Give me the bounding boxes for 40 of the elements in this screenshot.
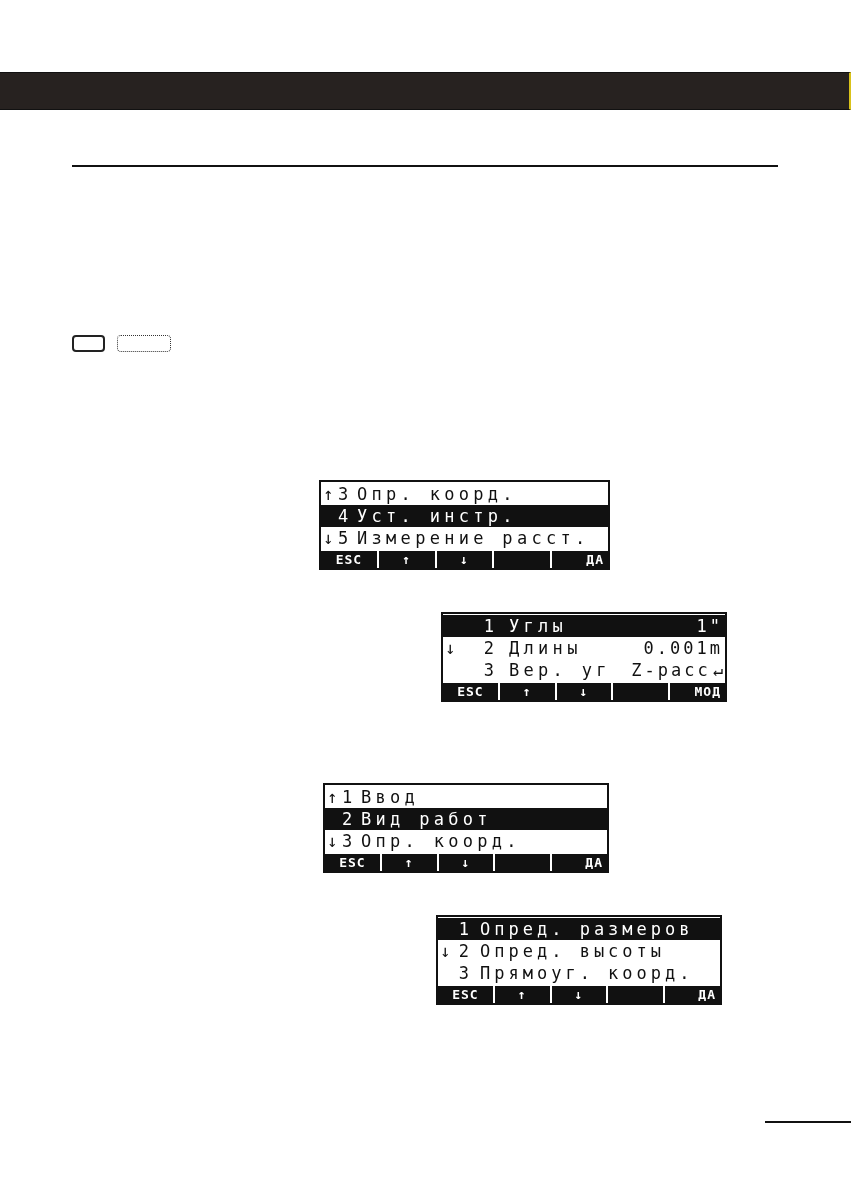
softkey[interactable]: ↑ — [381, 854, 437, 872]
softkey[interactable]: МОД — [670, 683, 725, 701]
softkey[interactable]: ↓ — [438, 854, 494, 872]
softkey[interactable]: ESC — [443, 683, 498, 701]
softkey[interactable]: ESC — [325, 854, 380, 872]
softkey[interactable]: ДА — [665, 986, 720, 1004]
menu-item[interactable]: ↓ 3 Опр. коорд. — [325, 830, 607, 852]
menu-item[interactable]: ↓ 5 Измерение расст. — [321, 527, 608, 549]
softkey[interactable]: ↓ — [556, 683, 612, 701]
softkey[interactable]: ↑ — [378, 551, 435, 569]
scroll-arrow: ↓ — [440, 941, 451, 961]
scroll-arrow: ↓ — [327, 831, 338, 851]
menu-item[interactable]: 4 Уст. инстр. — [321, 505, 608, 527]
menu-item[interactable]: 3 Прямоуг. коорд. — [438, 962, 720, 984]
softkey[interactable]: ДА — [552, 551, 608, 569]
softkey[interactable]: ДА — [552, 854, 607, 872]
scroll-arrow: ↓ — [445, 638, 456, 658]
scroll-arrow: ↑ — [323, 484, 334, 504]
menu-item[interactable]: ↓ 2 Длины 0.001m — [443, 637, 725, 659]
menu-item[interactable]: 1 Углы 1" — [443, 615, 725, 637]
softkey[interactable]: ESC — [438, 986, 493, 1004]
softkey[interactable]: ↓ — [551, 986, 607, 1004]
menu-item[interactable]: 1 Опред. размеров — [438, 918, 720, 940]
scroll-arrow: ↑ — [327, 787, 338, 807]
blank-softkey[interactable] — [608, 986, 664, 1004]
softkey[interactable]: ↓ — [436, 551, 493, 569]
softkey[interactable]: ESC — [321, 551, 377, 569]
softkey[interactable]: ↑ — [494, 986, 550, 1004]
blank-softkey[interactable] — [494, 551, 551, 569]
menu-item[interactable]: ↑ 3 Опр. коорд. — [321, 483, 608, 505]
blank-softkey[interactable] — [613, 683, 669, 701]
menu-item[interactable]: ↓ 2 Опред. высоты — [438, 940, 720, 962]
menu-item[interactable]: ↑ 1 Ввод — [325, 786, 607, 808]
menu-item[interactable]: 2 Вид работ — [325, 808, 607, 830]
key-outline — [72, 335, 105, 352]
menu-item[interactable]: 3 Вер. уг Z-расс↵ — [443, 659, 725, 681]
blank-softkey[interactable] — [495, 854, 551, 872]
softkey[interactable]: ↑ — [499, 683, 555, 701]
scroll-arrow: ↓ — [323, 528, 334, 548]
enter-symbol: ↵ — [712, 659, 723, 681]
